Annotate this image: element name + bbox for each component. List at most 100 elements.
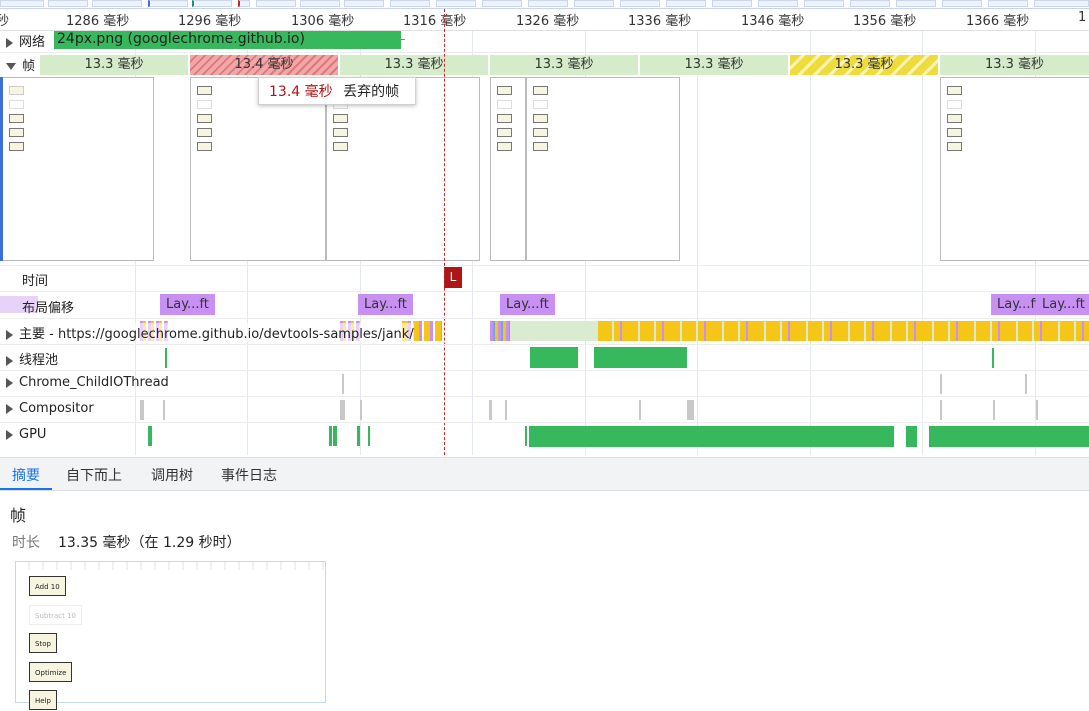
compositor-task[interactable] <box>360 400 362 420</box>
frame-thumbnail[interactable] <box>3 77 154 261</box>
gpu-task[interactable] <box>357 426 360 446</box>
network-track-label[interactable]: 网络 <box>6 31 45 50</box>
expand-arrow-icon <box>6 37 13 48</box>
compositor-task[interactable] <box>489 400 492 420</box>
row-separator <box>0 52 1089 53</box>
timeline-overview[interactable] <box>0 0 1089 9</box>
gpu-task[interactable] <box>333 426 337 446</box>
compositor-task[interactable] <box>163 400 165 420</box>
tab-summary[interactable]: 摘要 <box>12 465 40 485</box>
frame-segment[interactable]: 13.3 毫秒 <box>40 55 190 75</box>
grid-line <box>697 9 698 455</box>
compositor-task[interactable] <box>993 400 995 420</box>
thumbnail-button <box>497 100 512 109</box>
compositor-task[interactable] <box>639 400 641 420</box>
frame-segment-partial[interactable]: 13.3 毫秒 <box>790 55 940 75</box>
main-task-block[interactable] <box>490 321 510 341</box>
duration-label: 时长 <box>12 535 40 551</box>
frame-thumbnail[interactable] <box>526 77 680 261</box>
thread-pool-text: 线程池 <box>19 353 59 368</box>
compositor-task[interactable] <box>340 400 345 420</box>
row-separator <box>0 396 1089 397</box>
main-task-block[interactable] <box>598 321 1089 341</box>
overview-cell <box>988 0 1028 7</box>
frame-segment[interactable]: 13.3 毫秒 <box>490 55 640 75</box>
overview-cell <box>482 0 522 7</box>
overview-cell <box>192 0 232 7</box>
frame-duration: 13.4 毫秒 <box>234 57 294 72</box>
layout-shift-chip[interactable]: Lay...ft <box>1036 294 1089 315</box>
preview-add-button: Add 10 <box>29 576 66 596</box>
network-track[interactable]: 网络 24px.png (googlechrome.github.io) <box>0 31 1089 51</box>
io-task[interactable] <box>940 374 942 394</box>
compositor-task[interactable] <box>1036 400 1038 420</box>
frame-segment[interactable]: 13.3 毫秒 <box>940 55 1089 75</box>
thumbnail-button <box>947 100 962 109</box>
preview-header-strip <box>16 562 325 570</box>
frame-screenshot-preview[interactable]: Add 10 Subtract 10 Stop Optimize Help <box>15 561 326 710</box>
row-separator <box>0 265 1089 266</box>
layout-shift-chip[interactable]: Lay...ft <box>358 294 413 315</box>
compositor-label[interactable]: Compositor <box>6 401 94 416</box>
gpu-label[interactable]: GPU <box>6 427 46 442</box>
details-tab-bar: 摘要 自下而上 调用树 事件日志 <box>0 457 1089 491</box>
overview-cell <box>850 0 890 7</box>
gpu-task[interactable] <box>329 426 332 446</box>
gpu-task[interactable] <box>529 426 894 447</box>
thread-pool-task[interactable] <box>530 347 578 368</box>
overview-cell <box>1034 0 1089 7</box>
gpu-task[interactable] <box>929 426 1089 447</box>
preview-help-button: Help <box>29 690 57 710</box>
main-track-label[interactable]: 主要 - https://googlechrome.github.io/devt… <box>6 323 414 342</box>
compositor-task[interactable] <box>687 400 694 420</box>
thread-pool-task[interactable] <box>165 348 167 368</box>
layout-shifts-label[interactable]: 布局偏移 <box>22 297 74 316</box>
compositor-task[interactable] <box>940 400 942 420</box>
gpu-task[interactable] <box>368 426 370 446</box>
row-separator <box>0 291 1089 292</box>
tab-call-tree[interactable]: 调用树 <box>151 465 193 485</box>
thread-pool-task[interactable] <box>594 347 687 368</box>
timings-label[interactable]: 时间 <box>22 270 48 289</box>
frames-label: 帧 <box>22 59 36 74</box>
gpu-task[interactable] <box>525 426 527 446</box>
frame-thumbnail[interactable] <box>940 77 1089 261</box>
io-task[interactable] <box>1025 374 1027 394</box>
compositor-text: Compositor <box>19 401 94 416</box>
gpu-task[interactable] <box>148 426 152 446</box>
compositor-task[interactable] <box>505 400 507 420</box>
overview-cell <box>238 0 250 7</box>
io-task[interactable] <box>342 374 344 394</box>
thread-pool-label[interactable]: 线程池 <box>6 349 58 368</box>
time-ruler[interactable]: 秒 1286 毫秒 1296 毫秒 1306 毫秒 1316 毫秒 1326 毫… <box>0 9 1089 31</box>
thread-pool-task[interactable] <box>992 348 994 368</box>
frame-thumbnail[interactable] <box>490 77 526 261</box>
frame-segment[interactable]: 13.3 毫秒 <box>340 55 490 75</box>
lcp-marker[interactable]: L <box>444 267 462 288</box>
tab-event-log[interactable]: 事件日志 <box>221 465 277 485</box>
thumbnail-button <box>333 142 348 151</box>
io-thread-label[interactable]: Chrome_ChildIOThread <box>6 375 169 390</box>
layout-shift-chip[interactable]: Lay...ft <box>500 294 555 315</box>
thumbnail-button <box>947 142 962 151</box>
layout-shift-chip[interactable]: Lay...ft <box>160 294 215 315</box>
thumbnail-button <box>9 142 24 151</box>
frame-duration: 13.3 毫秒 <box>984 57 1045 72</box>
frame-segment-dropped[interactable]: 13.4 毫秒 <box>190 55 340 75</box>
frame-duration: 13.3 毫秒 <box>384 57 444 72</box>
overview-cell <box>666 0 706 7</box>
tab-bottom-up[interactable]: 自下而上 <box>66 465 122 485</box>
frame-duration: 13.3 毫秒 <box>84 57 144 72</box>
frame-segment[interactable]: 13.3 毫秒 <box>640 55 790 75</box>
thumbnail-button <box>533 114 548 123</box>
expand-arrow-icon <box>6 403 13 414</box>
overview-cell <box>256 0 296 7</box>
overview-cell <box>804 0 844 7</box>
gpu-task[interactable] <box>906 426 917 447</box>
grid-line <box>810 9 811 455</box>
frames-track-label[interactable]: 帧 <box>6 55 40 74</box>
ruler-tick: 1346 毫秒 <box>741 14 805 29</box>
compositor-task[interactable] <box>140 400 144 420</box>
thumbnail-button <box>947 86 962 95</box>
row-separator <box>0 370 1089 371</box>
